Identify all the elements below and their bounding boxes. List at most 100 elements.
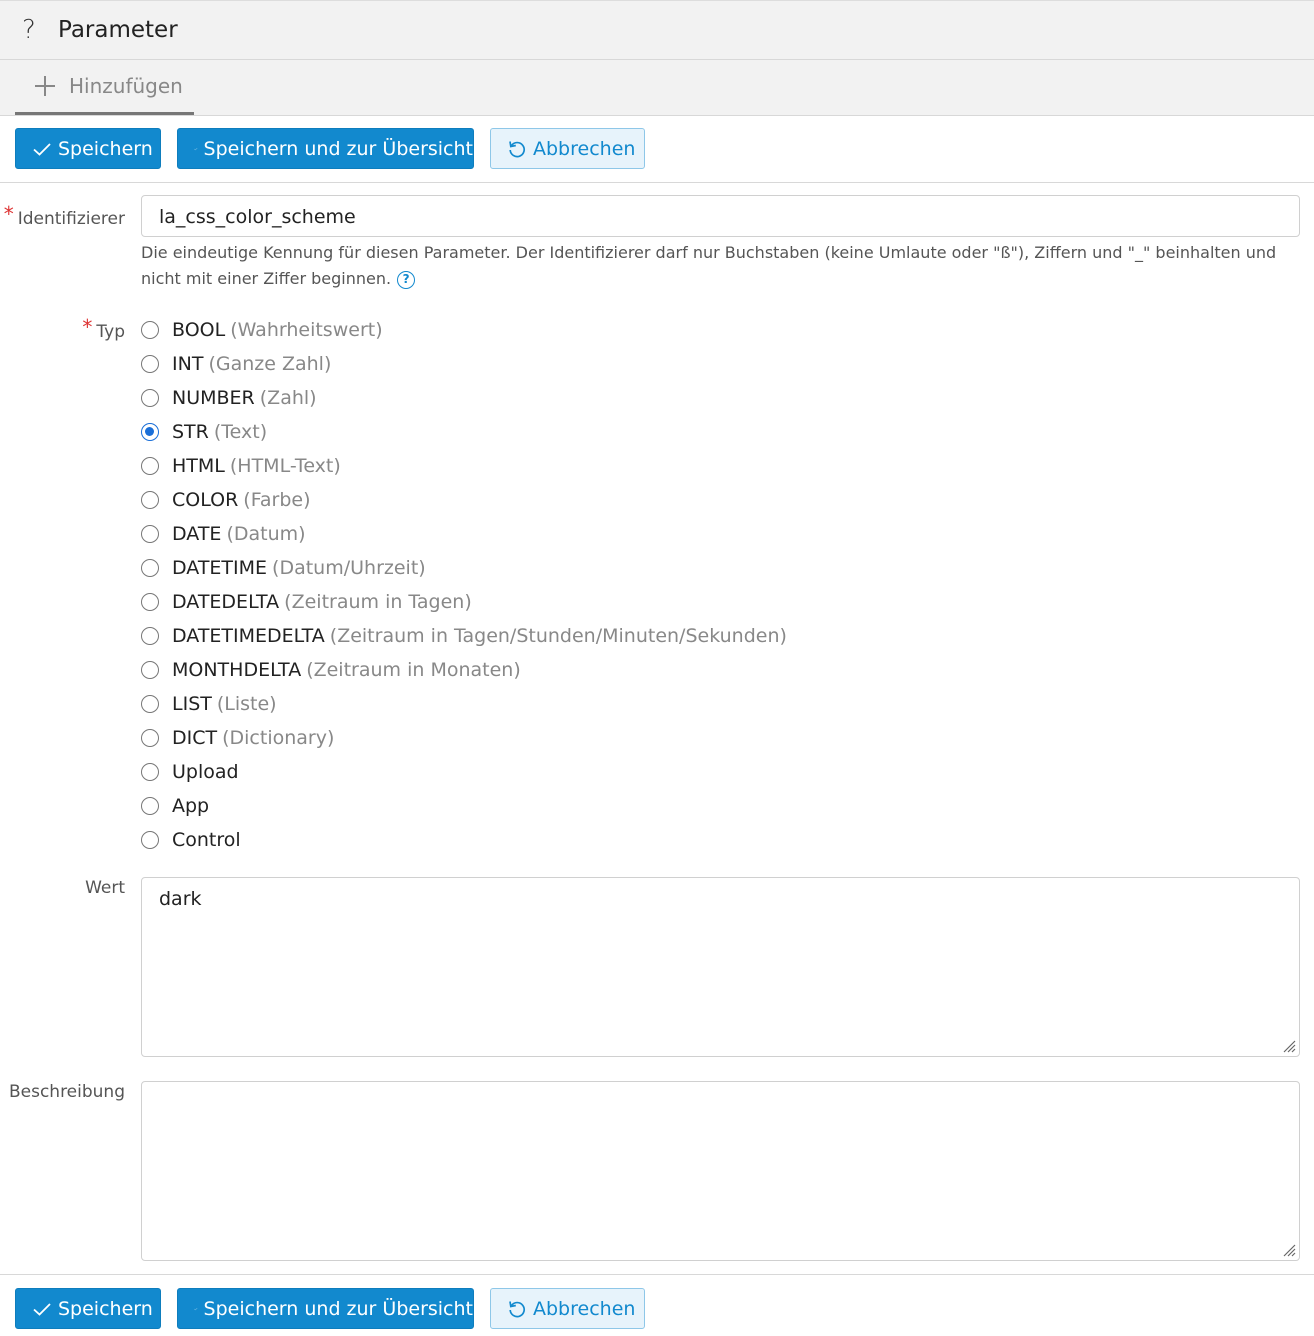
- radio-option-label: HTML: [172, 455, 225, 477]
- radio-option-int[interactable]: INT (Ganze Zahl): [141, 347, 841, 381]
- radio-option-label: LIST: [172, 693, 212, 715]
- save-button[interactable]: Speichern: [15, 128, 161, 169]
- radio-circle[interactable]: [141, 457, 159, 475]
- value-textarea[interactable]: dark: [141, 877, 1300, 1057]
- required-marker: *: [3, 202, 14, 226]
- radio-circle[interactable]: [141, 729, 159, 747]
- check-icon: [194, 147, 198, 150]
- identifier-help-text: Die eindeutige Kennung für diesen Parame…: [141, 243, 1277, 289]
- radio-option-dict[interactable]: DICT (Dictionary): [141, 721, 841, 755]
- required-marker: *: [82, 315, 93, 339]
- radio-option-label: MONTHDELTA: [172, 659, 302, 681]
- radio-option-description: (HTML-Text): [229, 455, 341, 477]
- radio-option-label: NUMBER: [172, 387, 255, 409]
- radio-circle[interactable]: [141, 661, 159, 679]
- cancel-button-label: Abbrechen: [533, 1297, 636, 1320]
- radio-option-str[interactable]: STR (Text): [141, 415, 841, 449]
- radio-option-description: (Farbe): [243, 489, 311, 511]
- radio-option-description: (Ganze Zahl): [208, 353, 332, 375]
- save-button[interactable]: Speichern: [15, 1288, 161, 1329]
- radio-option-number[interactable]: NUMBER (Zahl): [141, 381, 841, 415]
- radio-option-label: BOOL: [172, 319, 226, 341]
- save-and-overview-label: Speichern und zur Übersicht: [203, 137, 473, 160]
- help-icon[interactable]: ?: [22, 17, 46, 43]
- radio-option-monthdelta[interactable]: MONTHDELTA (Zeitraum in Monaten): [141, 653, 841, 687]
- radio-option-description: (Wahrheitswert): [230, 319, 383, 341]
- radio-option-label: Upload: [172, 761, 239, 783]
- radio-option-label: DATETIME: [172, 557, 268, 579]
- save-and-overview-button[interactable]: Speichern und zur Übersicht: [177, 128, 474, 169]
- radio-option-datetimedelta[interactable]: DATETIMEDELTA (Zeitraum in Tagen/Stunden/…: [141, 619, 841, 653]
- resize-handle-icon[interactable]: [1280, 1241, 1296, 1257]
- radio-option-datedelta[interactable]: DATEDELTA (Zeitraum in Tagen): [141, 585, 841, 619]
- undo-icon: [509, 140, 526, 157]
- radio-option-label: Control: [172, 829, 241, 851]
- radio-circle[interactable]: [141, 593, 159, 611]
- radio-option-html[interactable]: HTML (HTML-Text): [141, 449, 841, 483]
- radio-option-label: DATEDELTA: [172, 591, 280, 613]
- save-and-overview-label: Speichern und zur Übersicht: [203, 1297, 473, 1320]
- radio-option-description: (Zeitraum in Monaten): [306, 659, 521, 681]
- type-radio-group: BOOL (Wahrheitswert) INT (Ganze Zahl) NUMBER…: [141, 313, 841, 857]
- tab-add[interactable]: Hinzufügen: [15, 60, 194, 115]
- radio-option-description: (Zeitraum in Tagen): [284, 591, 472, 613]
- radio-option-date[interactable]: DATE (Datum): [141, 517, 841, 551]
- radio-circle[interactable]: [141, 831, 159, 849]
- check-icon: [33, 142, 51, 156]
- radio-option-description: (Text): [213, 421, 268, 443]
- radio-circle[interactable]: [141, 627, 159, 645]
- radio-option-label: App: [172, 795, 210, 817]
- bottom-action-bar: Speichern Speichern und zur Übersicht Ab…: [0, 1274, 1314, 1336]
- check-icon: [33, 1302, 51, 1316]
- identifier-input[interactable]: la_css_color_scheme: [141, 195, 1300, 237]
- radio-option-control[interactable]: Control: [141, 823, 841, 857]
- page-title: Parameter: [58, 17, 178, 43]
- radio-option-description: (Datum): [226, 523, 306, 545]
- radio-option-upload[interactable]: Upload: [141, 755, 841, 789]
- type-label: * Typ: [82, 315, 125, 342]
- undo-icon: [509, 1300, 526, 1317]
- description-textarea[interactable]: [141, 1081, 1300, 1261]
- radio-circle[interactable]: [141, 559, 159, 577]
- radio-option-label: DICT: [172, 727, 218, 749]
- cancel-button[interactable]: Abbrechen: [490, 128, 645, 169]
- radio-circle[interactable]: [141, 763, 159, 781]
- plus-icon: [33, 74, 57, 98]
- radio-option-label: DATETIMEDELTA: [172, 625, 325, 647]
- radio-option-description: (Datum/Uhrzeit): [272, 557, 426, 579]
- radio-option-app[interactable]: App: [141, 789, 841, 823]
- value-label: Wert: [85, 878, 125, 898]
- radio-option-description: (Zahl): [259, 387, 317, 409]
- resize-handle-icon[interactable]: [1280, 1037, 1296, 1053]
- save-button-label: Speichern: [58, 1297, 153, 1320]
- radio-circle[interactable]: [141, 389, 159, 407]
- save-and-overview-button[interactable]: Speichern und zur Übersicht: [177, 1288, 474, 1329]
- radio-option-label: DATE: [172, 523, 222, 545]
- radio-circle[interactable]: [141, 491, 159, 509]
- radio-circle[interactable]: [141, 423, 159, 441]
- radio-circle[interactable]: [141, 695, 159, 713]
- value-text: dark: [159, 888, 202, 910]
- radio-circle[interactable]: [141, 355, 159, 373]
- cancel-button-label: Abbrechen: [533, 137, 636, 160]
- radio-circle[interactable]: [141, 797, 159, 815]
- radio-option-label: COLOR: [172, 489, 239, 511]
- tab-bar: Hinzufügen: [0, 60, 1314, 116]
- description-label: Beschreibung: [8, 1082, 125, 1102]
- title-bar: ? Parameter: [0, 0, 1314, 60]
- radio-option-description: (Zeitraum in Tagen/Stunden/Minuten/Sekun…: [329, 625, 787, 647]
- radio-option-label: STR: [172, 421, 209, 443]
- cancel-button[interactable]: Abbrechen: [490, 1288, 645, 1329]
- top-action-bar: Speichern Speichern und zur Übersicht Ab…: [0, 116, 1314, 183]
- radio-option-color[interactable]: COLOR (Farbe): [141, 483, 841, 517]
- radio-option-datetime[interactable]: DATETIME (Datum/Uhrzeit): [141, 551, 841, 585]
- radio-circle[interactable]: [141, 321, 159, 339]
- radio-circle[interactable]: [141, 525, 159, 543]
- radio-option-bool[interactable]: BOOL (Wahrheitswert): [141, 313, 841, 347]
- radio-option-label: INT: [172, 353, 204, 375]
- radio-option-description: (Liste): [216, 693, 277, 715]
- save-button-label: Speichern: [58, 137, 153, 160]
- tab-add-label: Hinzufügen: [69, 74, 183, 98]
- info-icon[interactable]: ?: [397, 270, 416, 289]
- radio-option-list[interactable]: LIST (Liste): [141, 687, 841, 721]
